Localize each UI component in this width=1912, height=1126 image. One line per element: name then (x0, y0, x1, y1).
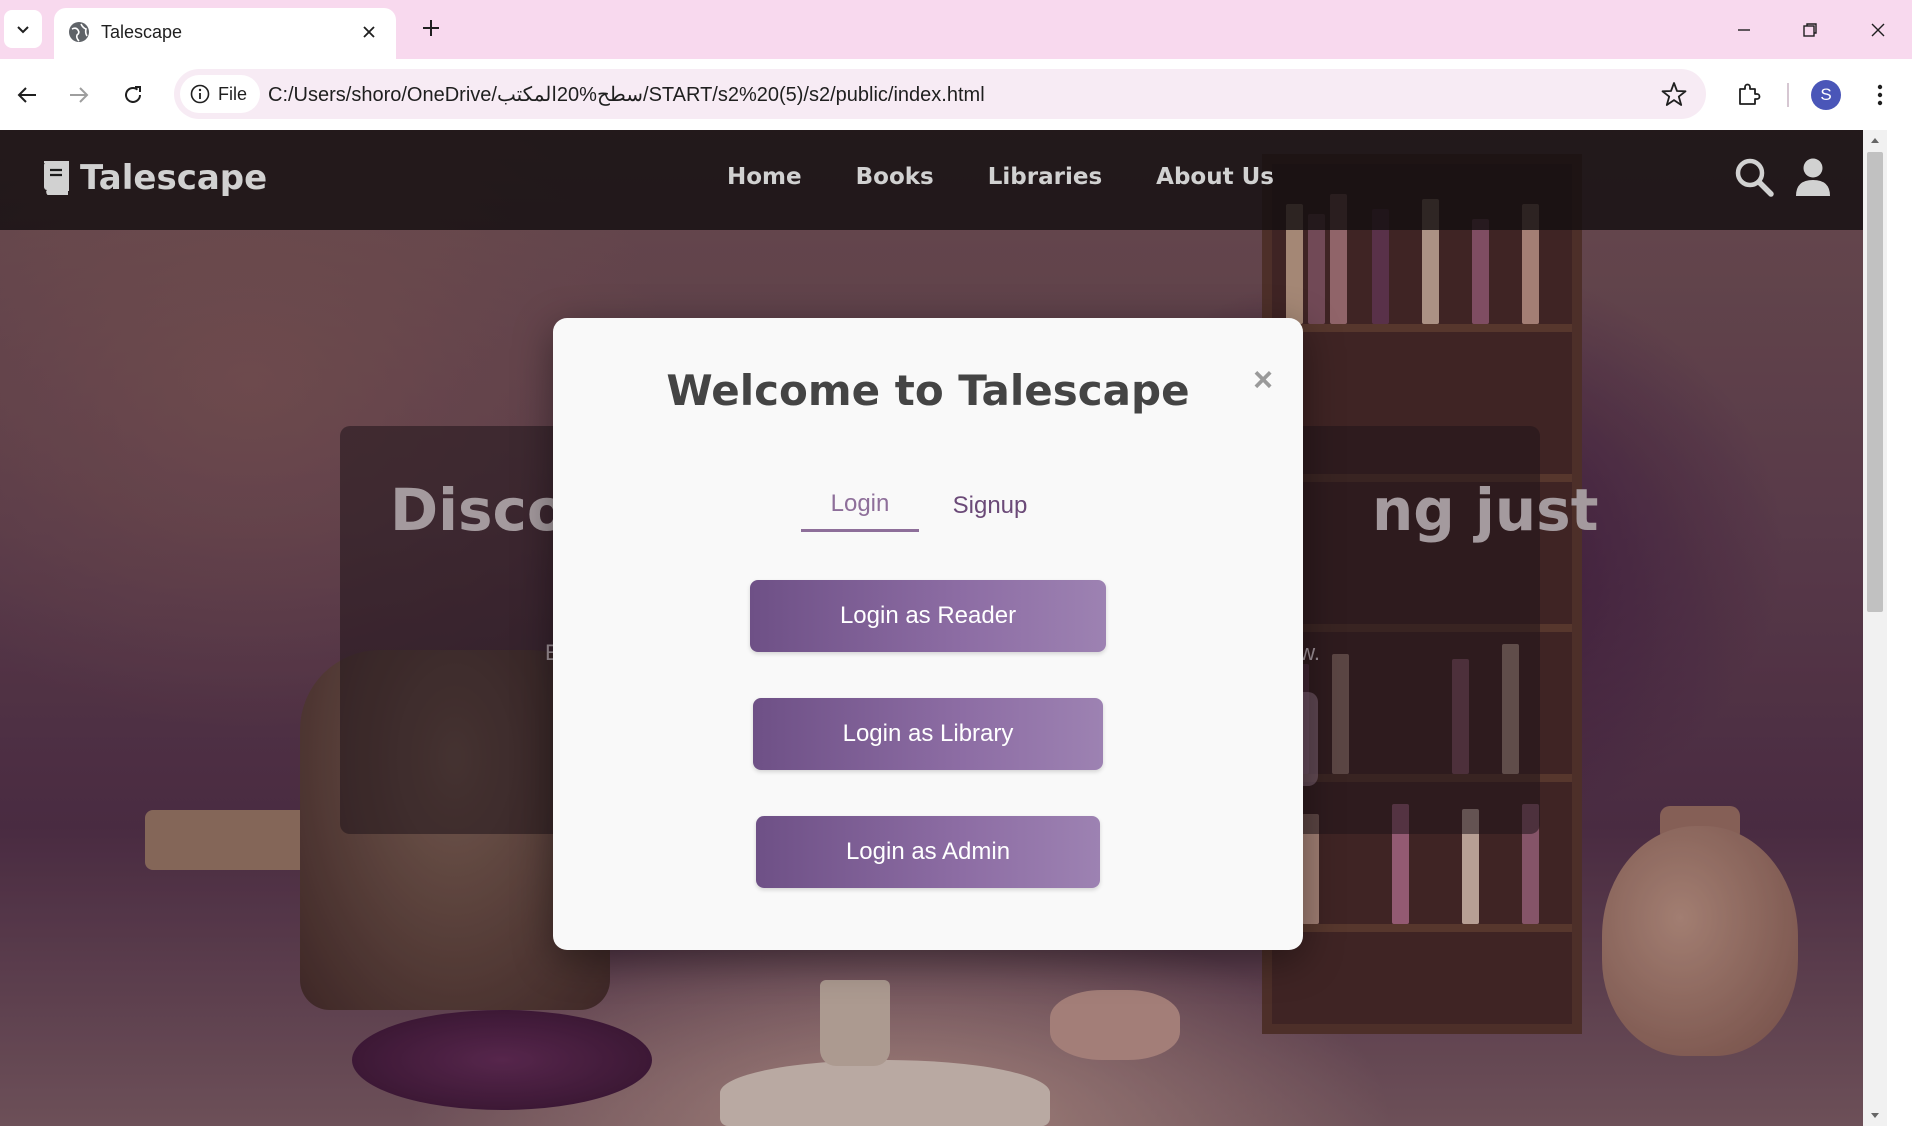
bookmark-star-icon[interactable] (1660, 80, 1688, 108)
login-as-library-button[interactable]: Login as Library (753, 698, 1103, 770)
tab-signup[interactable]: Signup (935, 486, 1045, 532)
url-text[interactable]: C:/Users/shoro/OneDrive/سطح%20المكتب/STA… (268, 82, 985, 107)
login-as-reader-button[interactable]: Login as Reader (750, 580, 1106, 652)
puzzle-icon (1739, 83, 1761, 105)
tab-title: Talescape (101, 22, 183, 42)
close-window-button[interactable] (1844, 0, 1912, 59)
scroll-down-button[interactable] (1863, 1106, 1887, 1126)
profile-avatar[interactable]: S (1811, 80, 1841, 110)
close-icon (363, 26, 375, 38)
back-button[interactable] (8, 76, 46, 114)
browser-toolbar: File C:/Users/shoro/OneDrive/سطح%20المكت… (0, 59, 1912, 130)
tab-login[interactable]: Login (801, 486, 919, 532)
modal-close-button[interactable]: × (1243, 360, 1283, 400)
toolbar-separator (1787, 83, 1789, 107)
arrow-left-icon (17, 87, 36, 103)
minimize-icon (1738, 28, 1750, 31)
restore-button[interactable] (1776, 0, 1844, 59)
address-bar[interactable]: File C:/Users/shoro/OneDrive/سطح%20المكت… (174, 69, 1706, 119)
auth-tabs: Login Signup (553, 486, 1303, 536)
triangle-up-icon (1871, 138, 1879, 143)
chevron-down-icon (17, 26, 29, 34)
close-icon (1871, 23, 1885, 36)
kebab-menu-icon (1877, 84, 1883, 106)
scroll-thumb[interactable] (1867, 152, 1883, 612)
new-tab-button[interactable] (414, 11, 448, 45)
site-info-chip[interactable]: File (180, 75, 260, 113)
extensions-button[interactable] (1730, 75, 1768, 113)
auth-modal: Welcome to Talescape × Login Signup Logi… (553, 318, 1303, 950)
browser-tab-bar: Talescape (0, 0, 1912, 59)
forward-button[interactable] (60, 76, 98, 114)
scroll-up-button[interactable] (1863, 130, 1887, 150)
page-viewport: Disco ng just E ow. Talescape Home Books… (0, 130, 1863, 1126)
browser-tab[interactable]: Talescape (54, 8, 396, 59)
restore-icon (1803, 22, 1817, 37)
reload-icon (125, 86, 141, 103)
minimize-button[interactable] (1710, 0, 1778, 59)
login-as-admin-button[interactable]: Login as Admin (756, 816, 1100, 888)
triangle-down-icon (1871, 1113, 1879, 1118)
info-icon (190, 84, 210, 104)
page-scrollbar[interactable] (1863, 130, 1887, 1126)
reload-button[interactable] (114, 76, 152, 114)
browser-menu-button[interactable] (1864, 76, 1896, 114)
modal-title: Welcome to Talescape (666, 366, 1190, 415)
site-chip-label: File (218, 83, 248, 104)
tab-close-button[interactable] (356, 19, 382, 45)
window-right-edge (1887, 130, 1912, 1126)
tab-search-button[interactable] (4, 10, 42, 48)
globe-icon (69, 22, 89, 42)
arrow-right-icon (70, 87, 89, 103)
plus-icon (423, 20, 439, 36)
